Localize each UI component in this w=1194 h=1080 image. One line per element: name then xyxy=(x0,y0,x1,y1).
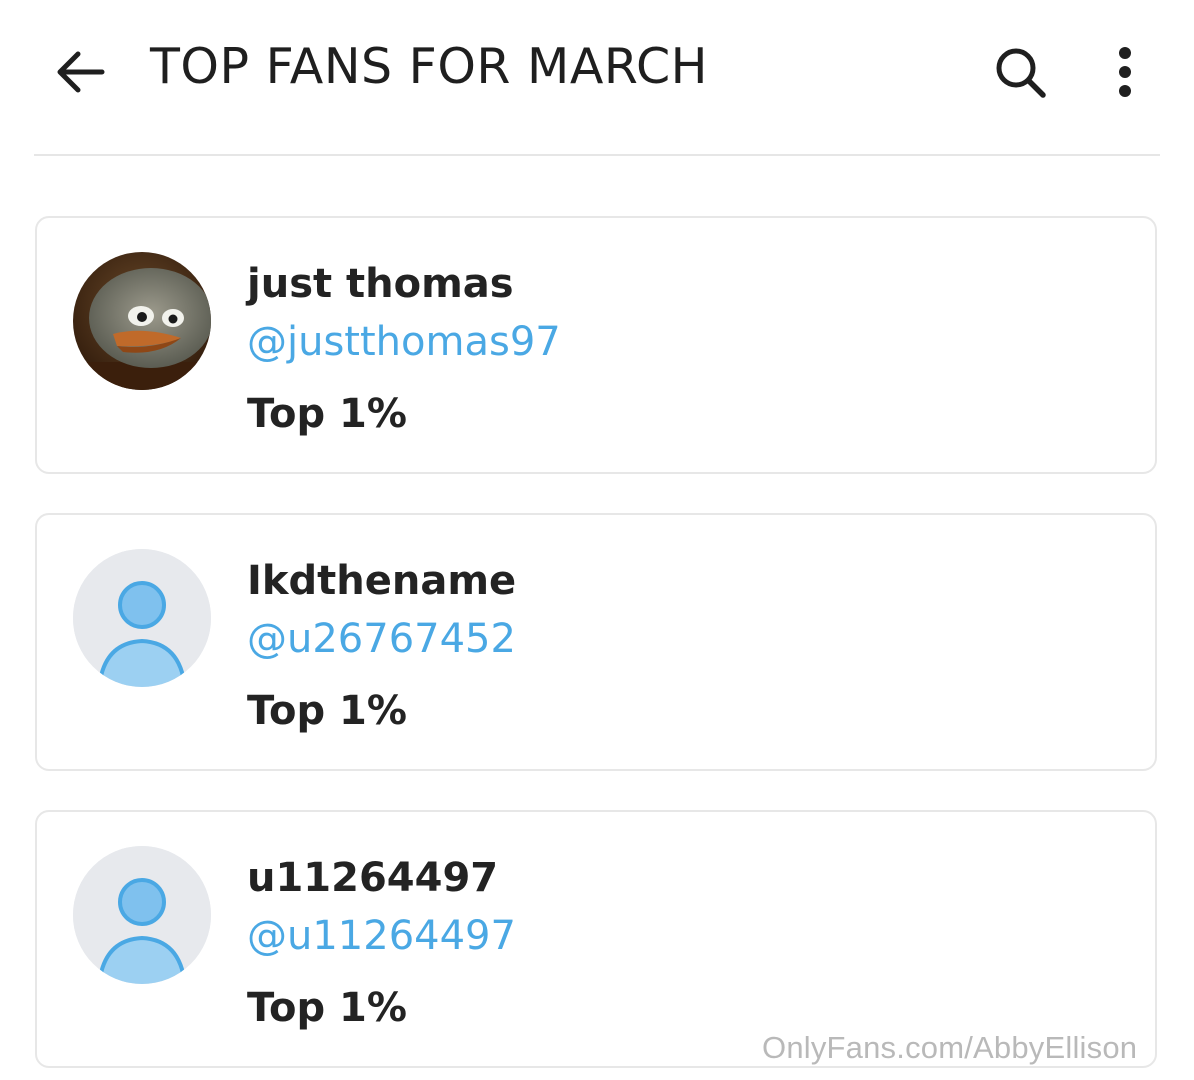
header-divider xyxy=(34,154,1160,156)
fan-info: just thomas @justthomas97 Top 1% xyxy=(247,256,561,442)
fan-handle-link[interactable]: @u11264497 xyxy=(247,908,516,964)
fan-handle-link[interactable]: @justthomas97 xyxy=(247,314,561,370)
fan-rank: Top 1% xyxy=(247,985,407,1031)
fan-rank: Top 1% xyxy=(247,391,407,437)
fan-info: Ikdthename @u26767452 Top 1% xyxy=(247,553,516,739)
profile-photo xyxy=(73,252,211,390)
fan-name[interactable]: Ikdthename xyxy=(247,553,516,609)
more-options-button[interactable] xyxy=(1100,40,1150,104)
search-icon xyxy=(996,48,1046,98)
fan-info: u11264497 @u11264497 Top 1% xyxy=(247,850,516,1036)
arrow-left-icon xyxy=(57,51,105,93)
fan-handle-link[interactable]: @u26767452 xyxy=(247,611,516,667)
avatar[interactable] xyxy=(73,846,211,984)
fan-rank: Top 1% xyxy=(247,688,407,734)
avatar[interactable] xyxy=(73,549,211,687)
fan-name[interactable]: u11264497 xyxy=(247,850,516,906)
app-header: TOP FANS FOR MARCH xyxy=(0,0,1194,140)
default-avatar-icon xyxy=(73,846,211,984)
fan-card[interactable]: just thomas @justthomas97 Top 1% xyxy=(35,216,1157,474)
fan-name[interactable]: just thomas xyxy=(247,256,561,312)
default-avatar-icon xyxy=(73,549,211,687)
more-vertical-icon xyxy=(1119,47,1131,97)
search-button[interactable] xyxy=(988,40,1052,104)
fan-card[interactable]: Ikdthename @u26767452 Top 1% xyxy=(35,513,1157,771)
back-button[interactable] xyxy=(50,42,110,102)
watermark: OnlyFans.com/AbbyEllison xyxy=(762,1030,1138,1065)
page-title: TOP FANS FOR MARCH xyxy=(150,38,709,95)
avatar[interactable] xyxy=(73,252,211,390)
